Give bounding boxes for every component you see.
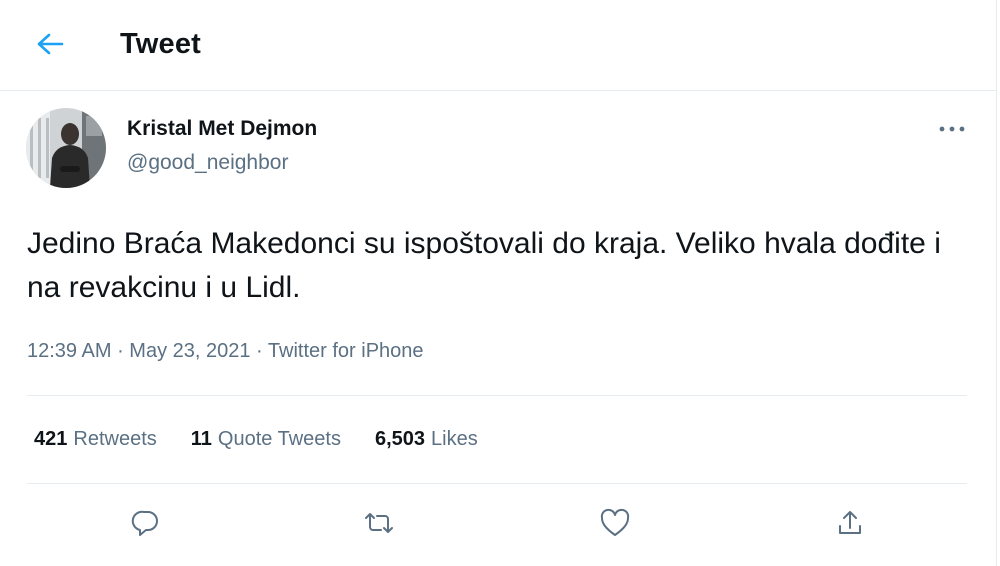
divider <box>27 483 967 484</box>
retweets-label: Retweets <box>73 428 157 450</box>
likes-count: 6,503 <box>374 428 426 450</box>
like-button[interactable] <box>592 500 638 546</box>
retweet-button[interactable] <box>356 500 402 546</box>
share-button[interactable] <box>827 500 873 546</box>
avatar-image <box>26 108 106 188</box>
tweet-time[interactable]: 12:39 AM <box>27 340 112 362</box>
author-name[interactable]: Kristal Met Dejmon <box>127 117 317 141</box>
quotes-label: Quote Tweets <box>217 428 341 450</box>
reply-button[interactable] <box>123 500 169 546</box>
avatar[interactable] <box>26 108 106 188</box>
meta-separator: · <box>111 340 130 362</box>
quote-tweets-stat[interactable]: 11 Quote Tweets <box>191 428 341 451</box>
page-title: Tweet <box>120 28 202 60</box>
tweet-page: Tweet Kristal Met Dejmon @good_neighbor … <box>0 0 997 566</box>
more-icon <box>939 126 965 132</box>
meta-separator: · <box>250 340 268 362</box>
retweets-stat[interactable]: 421 Retweets <box>34 428 157 451</box>
page-header: Tweet <box>0 0 996 91</box>
likes-stat[interactable]: 6,503 Likes <box>375 428 478 451</box>
back-button[interactable] <box>24 22 76 66</box>
tweet-actions <box>0 500 996 548</box>
divider <box>27 395 967 396</box>
retweets-count: 421 <box>34 428 68 450</box>
tweet-text: Jedino Braća Makedonci su ispoštovali do… <box>27 227 941 304</box>
author-handle[interactable]: @good_neighbor <box>127 151 288 175</box>
reply-icon <box>131 510 158 536</box>
tweet-date[interactable]: May 23, 2021 <box>129 340 250 362</box>
tweet-stats: 421 Retweets 11 Quote Tweets 6,503 Likes <box>34 428 478 451</box>
share-icon <box>839 511 861 534</box>
more-options-button[interactable] <box>932 112 972 146</box>
arrow-left-icon <box>37 33 64 55</box>
tweet-source[interactable]: Twitter for iPhone <box>268 340 424 362</box>
like-icon <box>600 508 630 536</box>
tweet-metadata: 12:39 AM · May 23, 2021 · Twitter for iP… <box>27 340 424 363</box>
retweet-icon <box>365 513 393 533</box>
likes-label: Likes <box>431 428 478 450</box>
quotes-count: 11 <box>190 428 212 450</box>
